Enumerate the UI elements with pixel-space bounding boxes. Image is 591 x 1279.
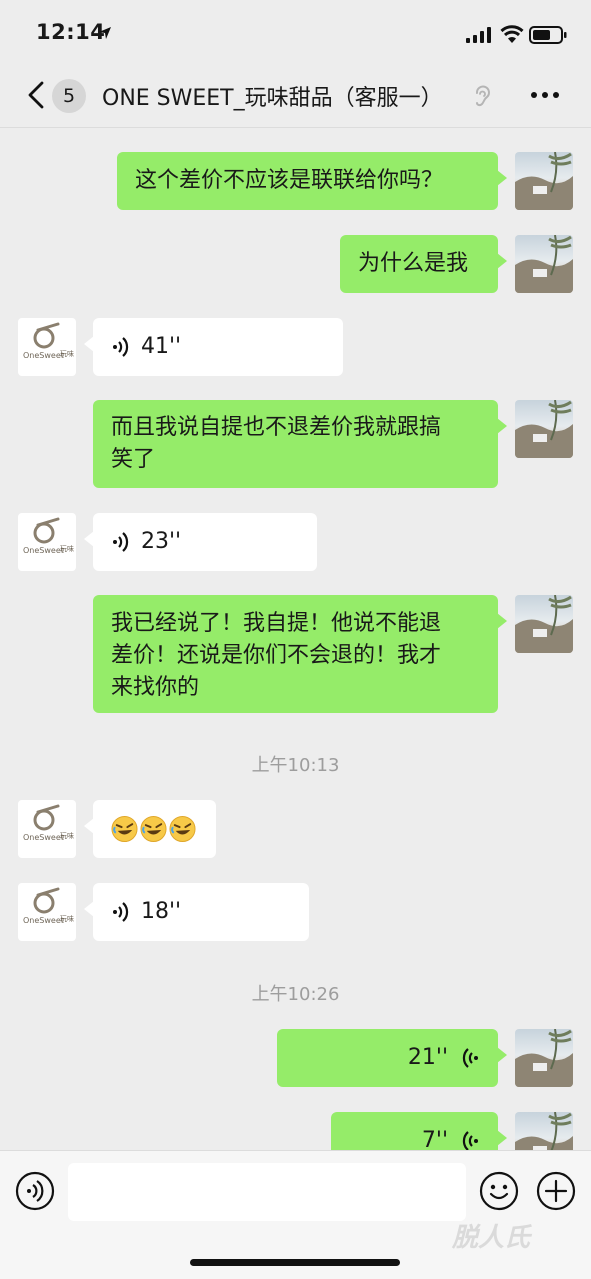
shop-avatar[interactable]: OneSweet 玩味 [18,513,76,571]
emoji-icon[interactable] [479,1171,519,1211]
message-text-line: 笑了 [111,447,156,472]
rolling-laughing-emoji-icon [140,815,167,843]
voice-message-bubble[interactable]: 23'' [84,513,317,571]
watermark: 脱人氏 [452,1223,531,1253]
input-bar: 脱人氏 [0,1150,591,1279]
voice-input-toggle-icon[interactable] [15,1171,55,1211]
svg-text:OneSweet: OneSweet [23,916,64,925]
my-avatar[interactable] [515,595,573,653]
voice-wave-icon [113,902,129,922]
landscape-photo-icon [515,1029,573,1087]
chat-title: ONE SWEET_玩味甜品（客服一） [102,86,443,111]
svg-text:玩味: 玩味 [60,831,74,840]
svg-text:玩味: 玩味 [60,544,74,553]
onesweet-logo-icon: OneSweet 玩味 [23,322,74,360]
onesweet-logo-icon: OneSweet 玩味 [23,887,74,925]
message-text-line: 差价！还说是你们不会退的！我才 [111,643,442,668]
svg-text:玩味: 玩味 [60,349,74,358]
message-bubble[interactable]: 这个差价不应该是联联给你吗？ [117,152,507,210]
message-text-line: 来找你的 [111,675,200,700]
voice-wave-icon [462,1048,478,1068]
my-avatar[interactable] [515,152,573,210]
rolling-laughing-emoji-icon [111,815,138,843]
onesweet-logo-icon: OneSweet 玩味 [23,804,74,842]
time-separator: 上午10:13 [251,755,340,776]
emoji-message-bubble[interactable] [84,800,216,858]
message-text: 这个差价不应该是联联给你吗？ [135,168,444,193]
message-bubble[interactable]: 而且我说自提也不退差价我就跟搞 笑了 [93,400,507,488]
message-input[interactable] [68,1163,466,1221]
cellular-signal-icon [466,27,491,43]
status-time: 12:14 [36,20,106,44]
landscape-photo-icon [515,235,573,293]
plus-icon[interactable] [536,1171,576,1211]
shop-avatar[interactable]: OneSweet 玩味 [18,883,76,941]
my-avatar[interactable] [515,400,573,458]
location-arrow-icon [99,27,111,39]
home-indicator[interactable] [190,1259,400,1266]
shop-avatar[interactable]: OneSweet 玩味 [18,800,76,858]
shop-avatar[interactable]: OneSweet 玩味 [18,318,76,376]
more-options-icon[interactable] [530,90,560,100]
landscape-photo-icon [515,152,573,210]
voice-duration: 23'' [141,529,182,554]
voice-message-bubble[interactable]: 41'' [84,318,343,376]
wifi-icon [500,25,524,43]
svg-text:玩味: 玩味 [60,914,74,923]
unread-count-badge[interactable]: 5 [52,79,86,113]
landscape-photo-icon [515,595,573,653]
svg-text:OneSweet: OneSweet [23,546,64,555]
voice-wave-icon [113,532,129,552]
my-avatar[interactable] [515,235,573,293]
message-text: 为什么是我 [358,251,469,276]
onesweet-logo-icon: OneSweet 玩味 [23,517,74,555]
voice-duration: 21'' [407,1045,448,1070]
voice-message-bubble[interactable]: 18'' [84,883,309,941]
voice-message-bubble[interactable]: 21'' [277,1029,507,1087]
chat-header: 5 ONE SWEET_玩味甜品（客服一） [0,64,591,128]
rolling-laughing-emoji-icon [169,815,196,843]
message-bubble[interactable]: 我已经说了！我自提！他说不能退 差价！还说是你们不会退的！我才 来找你的 [93,595,507,713]
my-avatar[interactable] [515,1029,573,1087]
time-separator: 上午10:26 [251,984,340,1005]
message-bubble[interactable]: 为什么是我 [340,235,507,293]
svg-text:OneSweet: OneSweet [23,351,64,360]
back-chevron-icon[interactable] [26,81,46,109]
landscape-photo-icon [515,400,573,458]
voice-duration: 18'' [141,899,182,924]
status-bar: 12:14 [0,0,591,64]
voice-duration: 41'' [141,334,182,359]
message-text-line: 我已经说了！我自提！他说不能退 [111,611,442,636]
battery-icon [529,26,567,44]
svg-text:OneSweet: OneSweet [23,833,64,842]
voice-wave-icon [462,1131,478,1151]
earpiece-mode-icon [476,85,490,107]
voice-wave-icon [113,337,129,357]
message-text-line: 而且我说自提也不退差价我就跟搞 [111,415,442,440]
